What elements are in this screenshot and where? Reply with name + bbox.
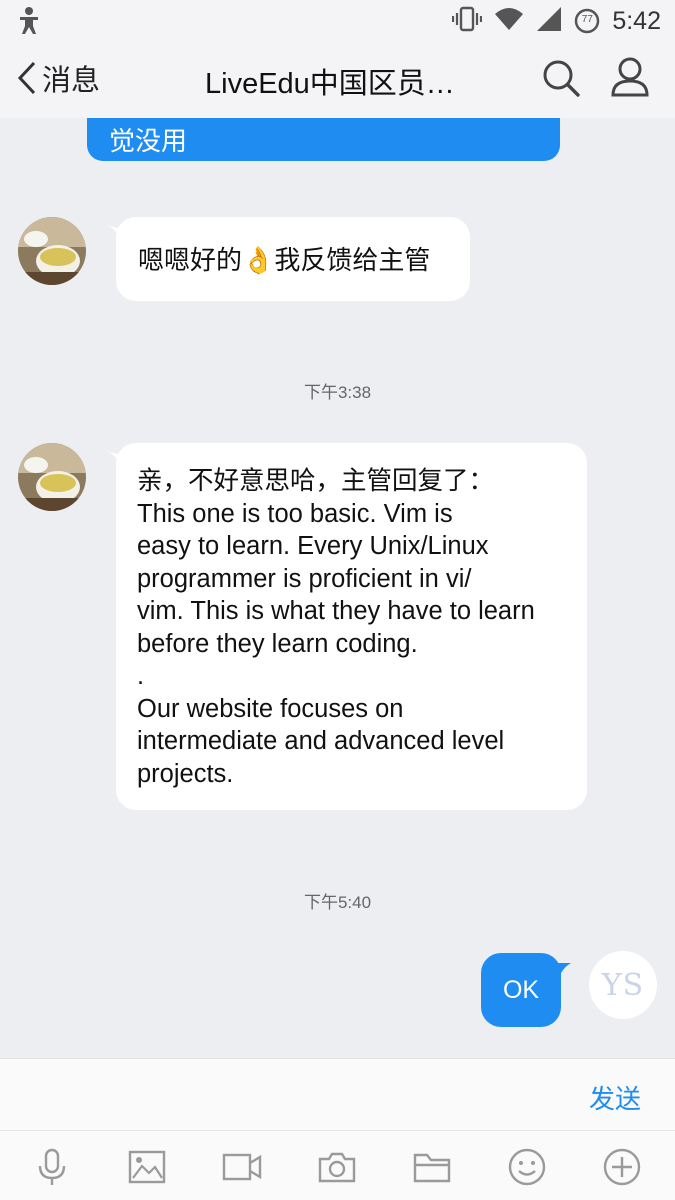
wifi-icon xyxy=(494,6,524,36)
microphone-icon[interactable] xyxy=(32,1147,72,1187)
back-label: 消息 xyxy=(42,63,101,97)
folder-icon[interactable] xyxy=(412,1147,452,1187)
status-bar: 77 5:42 xyxy=(0,0,675,42)
chat-history[interactable]: 觉没用 嗯嗯好的👌我反馈给主管 下午3:38 亲，不好意思哈，主管回复了： Th… xyxy=(0,118,675,1058)
message-line: 亲，不好意思哈，主管回复了： xyxy=(137,467,495,495)
message-composer: 发送 xyxy=(0,1058,675,1130)
camera-icon[interactable] xyxy=(317,1147,357,1187)
timestamp: 下午3:38 xyxy=(303,383,372,402)
message-text: 嗯嗯好的👌我反馈给主管 xyxy=(138,245,431,275)
contact-avatar[interactable] xyxy=(18,217,86,285)
plus-icon[interactable] xyxy=(602,1147,642,1187)
message-text: OK xyxy=(502,975,540,1004)
message-text: 觉没用 xyxy=(109,127,188,157)
video-icon[interactable] xyxy=(222,1147,262,1187)
chat-title: LiveEdu中国区员… xyxy=(205,68,455,100)
message-line: projects. xyxy=(137,759,234,788)
message-line: before they learn coding. xyxy=(137,629,418,658)
send-button[interactable]: 发送 xyxy=(589,1079,641,1116)
emoji-icon[interactable] xyxy=(507,1147,547,1187)
battery-icon: 77 xyxy=(574,8,600,34)
message-line: vim. This is what they have to learn xyxy=(137,597,535,625)
chevron-left-icon xyxy=(17,61,36,95)
timestamp: 下午5:40 xyxy=(303,893,372,912)
battery-level: 77 xyxy=(581,14,593,25)
search-icon[interactable] xyxy=(541,58,581,102)
vibrate-icon xyxy=(452,5,483,37)
nav-bar: 消息 LiveEdu中国区员… xyxy=(0,42,675,118)
composer-toolbar xyxy=(0,1130,675,1200)
message-line: intermediate and advanced level xyxy=(137,727,505,755)
clock: 5:42 xyxy=(612,6,661,35)
avatar-initials: YS xyxy=(601,967,645,1003)
back-button[interactable]: 消息 xyxy=(14,56,100,100)
message-line: This one is too basic. Vim is xyxy=(137,499,453,528)
notification-icon xyxy=(16,6,42,40)
message-line: Our website focuses on xyxy=(137,694,404,723)
outgoing-message[interactable]: 觉没用 xyxy=(87,118,560,161)
contact-avatar[interactable] xyxy=(18,443,86,511)
message-line: . xyxy=(137,662,145,690)
profile-icon[interactable] xyxy=(610,56,650,102)
message-line: easy to learn. Every Unix/Linux xyxy=(137,532,489,560)
image-icon[interactable] xyxy=(127,1147,167,1187)
message-line: programmer is proficient in vi/ xyxy=(137,564,472,593)
my-avatar[interactable]: YS xyxy=(589,951,657,1019)
incoming-message[interactable]: 亲，不好意思哈，主管回复了： This one is too basic. Vi… xyxy=(106,443,587,810)
outgoing-message[interactable]: OK xyxy=(481,953,571,1027)
incoming-message[interactable]: 嗯嗯好的👌我反馈给主管 xyxy=(106,217,470,301)
signal-icon xyxy=(536,6,562,36)
message-input[interactable] xyxy=(20,1069,560,1121)
